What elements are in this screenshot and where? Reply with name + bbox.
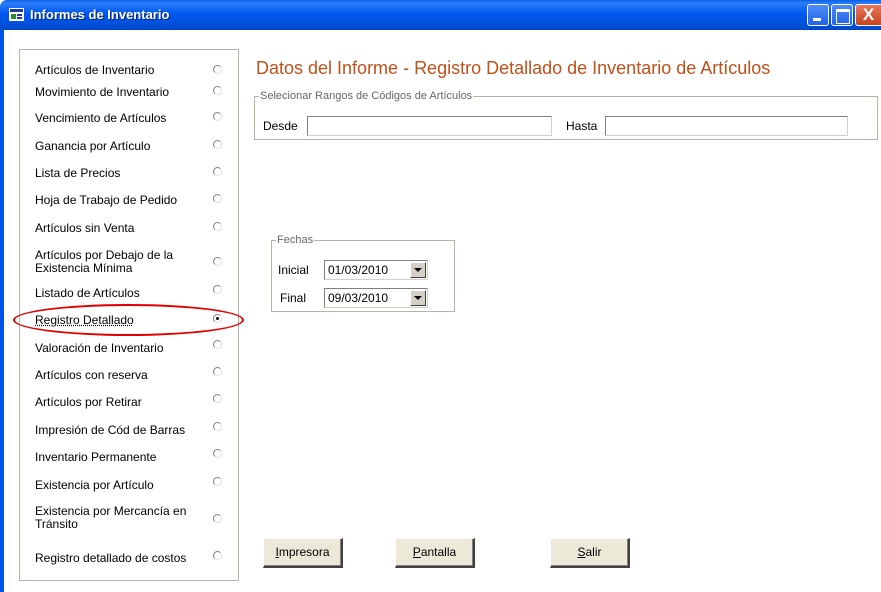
- report-option-inventario-permanente[interactable]: Inventario Permanente: [20, 449, 238, 467]
- report-option-label: Registro Detallado: [35, 313, 134, 327]
- close-icon: X: [862, 5, 875, 24]
- screen-mnemonic: P: [412, 545, 421, 559]
- report-radio[interactable]: [213, 514, 222, 523]
- dates-group: Fechas Inicial 01/03/2010 Final 09/03/20…: [271, 234, 455, 312]
- report-option-impresion-cod-barras[interactable]: Impresión de Cód de Barras: [20, 422, 238, 440]
- report-option-vencimiento-de-articulos[interactable]: Vencimiento de Artículos: [20, 110, 238, 128]
- end-date-value: 09/03/2010: [328, 291, 389, 305]
- title-bar[interactable]: Informes de Inventario X: [0, 0, 881, 30]
- report-option-label: Artículos sin Venta: [35, 221, 135, 235]
- report-radio[interactable]: [213, 257, 222, 266]
- report-option-movimiento-de-inventario[interactable]: Movimiento de Inventario: [20, 84, 238, 102]
- report-title: Datos del Informe - Registro Detallado d…: [256, 58, 771, 78]
- dates-legend: Fechas: [277, 234, 314, 246]
- report-option-label: Existencia por Mercancía en: [35, 504, 187, 518]
- report-option-registro-detallado[interactable]: Registro Detallado: [20, 312, 238, 330]
- print-label-rest: mpresora: [278, 545, 330, 559]
- report-radio[interactable]: [213, 449, 222, 458]
- exit-mnemonic: S: [577, 545, 586, 559]
- report-option-articulos-de-inventario[interactable]: Artículos de Inventario: [20, 60, 238, 78]
- report-option-label-line2: Existencia Mínima: [35, 261, 133, 275]
- report-option-label: Existencia por Artículo: [35, 478, 154, 492]
- report-option-existencia-por-articulo[interactable]: Existencia por Artículo: [20, 477, 238, 495]
- report-option-articulos-por-debajo-existencia-minima[interactable]: Artículos por Debajo de la Existencia Mí…: [20, 248, 238, 278]
- to-code-input[interactable]: [605, 116, 848, 136]
- minimize-button[interactable]: [807, 4, 829, 26]
- report-option-existencia-mercancia-transito[interactable]: Existencia por Mercancía en Tránsito: [20, 504, 238, 534]
- report-radio[interactable]: [213, 167, 222, 176]
- end-date-label: Final: [280, 291, 307, 305]
- report-option-label: Inventario Permanente: [35, 450, 157, 464]
- report-option-label: Artículos por Retirar: [35, 395, 142, 409]
- screen-label-rest: antalla: [420, 545, 457, 559]
- report-option-listado-de-articulos[interactable]: Listado de Artículos: [20, 285, 238, 303]
- window: Informes de Inventario X Artículos de In…: [0, 0, 881, 592]
- code-range-legend: Selecionar Rangos de Códigos de Artículo…: [260, 90, 473, 102]
- report-option-label: Hoja de Trabajo de Pedido: [35, 193, 178, 207]
- chevron-down-icon[interactable]: [410, 262, 426, 278]
- code-range-group: Selecionar Rangos de Códigos de Artículo…: [254, 90, 878, 140]
- report-list-panel: Artículos de Inventario Movimiento de In…: [19, 49, 239, 581]
- to-label: Hasta: [566, 119, 598, 133]
- report-option-ganancia-por-articulo[interactable]: Ganancia por Artículo: [20, 138, 238, 156]
- report-option-label: Listado de Artículos: [35, 286, 140, 300]
- report-option-label-line2: Tránsito: [35, 517, 78, 531]
- report-radio[interactable]: [213, 551, 222, 560]
- start-date-label: Inicial: [278, 263, 309, 277]
- report-radio[interactable]: [213, 477, 222, 486]
- report-radio[interactable]: [213, 222, 222, 231]
- end-date-combo[interactable]: 09/03/2010: [324, 288, 428, 308]
- window-frame-left: [0, 30, 4, 592]
- report-radio[interactable]: [213, 112, 222, 121]
- close-button[interactable]: X: [855, 4, 881, 26]
- report-option-registro-detallado-costos[interactable]: Registro detallado de costos: [20, 550, 238, 568]
- report-option-lista-de-precios[interactable]: Lista de Precios: [20, 165, 238, 183]
- screen-button[interactable]: Pantalla: [395, 538, 475, 568]
- from-label: Desde: [263, 119, 298, 133]
- report-option-articulos-con-reserva[interactable]: Artículos con reserva: [20, 367, 238, 385]
- report-option-articulos-por-retirar[interactable]: Artículos por Retirar: [20, 394, 238, 412]
- exit-label-rest: alir: [585, 545, 602, 559]
- report-option-articulos-sin-venta[interactable]: Artículos sin Venta: [20, 220, 238, 238]
- report-option-label: Vencimiento de Artículos: [35, 111, 167, 125]
- report-option-label: Artículos con reserva: [35, 368, 148, 382]
- report-radio[interactable]: [213, 422, 222, 431]
- print-button[interactable]: Impresora: [263, 538, 343, 568]
- maximize-button[interactable]: [831, 4, 853, 26]
- report-option-label: Artículos por Debajo de la: [35, 248, 174, 262]
- report-option-label: Registro detallado de costos: [35, 551, 187, 565]
- report-radio[interactable]: [213, 140, 222, 149]
- report-radio[interactable]: [213, 340, 222, 349]
- report-option-label: Movimiento de Inventario: [35, 85, 170, 99]
- report-radio-selected[interactable]: [213, 314, 222, 323]
- window-title: Informes de Inventario: [30, 7, 170, 22]
- report-radio[interactable]: [213, 86, 222, 95]
- report-radio[interactable]: [213, 285, 222, 294]
- from-code-input[interactable]: [307, 116, 552, 136]
- report-option-label: Impresión de Cód de Barras: [35, 423, 186, 437]
- report-option-hoja-de-trabajo-de-pedido[interactable]: Hoja de Trabajo de Pedido: [20, 192, 238, 210]
- exit-button[interactable]: Salir: [550, 538, 630, 568]
- app-icon: [9, 8, 24, 21]
- report-option-label: Lista de Precios: [35, 166, 121, 180]
- report-radio[interactable]: [213, 65, 222, 74]
- start-date-combo[interactable]: 01/03/2010: [324, 260, 428, 280]
- report-radio[interactable]: [213, 394, 222, 403]
- start-date-value: 01/03/2010: [328, 263, 389, 277]
- report-radio[interactable]: [213, 194, 222, 203]
- report-option-valoracion-de-inventario[interactable]: Valoración de Inventario: [20, 340, 238, 358]
- report-option-label: Valoración de Inventario: [35, 341, 164, 355]
- chevron-down-icon[interactable]: [410, 290, 426, 306]
- report-option-label: Artículos de Inventario: [35, 63, 155, 77]
- report-radio[interactable]: [213, 367, 222, 376]
- report-option-label: Ganancia por Artículo: [35, 139, 151, 153]
